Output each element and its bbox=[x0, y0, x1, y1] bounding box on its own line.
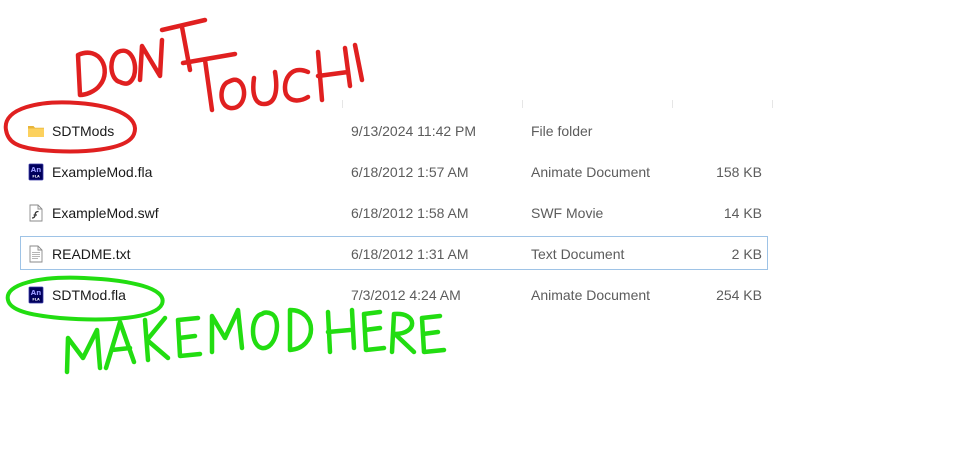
svg-text:An: An bbox=[31, 289, 41, 297]
file-date-modified: 6/18/2012 1:57 AM bbox=[351, 164, 469, 180]
swf-movie-icon bbox=[27, 204, 45, 222]
file-date-modified: 9/13/2024 11:42 PM bbox=[351, 123, 477, 139]
file-type: File folder bbox=[531, 123, 593, 139]
file-name: ExampleMod.swf bbox=[52, 205, 159, 221]
file-size: 14 KB bbox=[723, 205, 762, 221]
file-type: SWF Movie bbox=[531, 205, 604, 221]
file-row-sdtmods[interactable]: SDTMods 9/13/2024 11:42 PM File folder bbox=[20, 113, 768, 147]
file-size: 158 KB bbox=[716, 164, 762, 180]
file-name: ExampleMod.fla bbox=[52, 164, 153, 180]
file-row-readme-txt[interactable]: README.txt 6/18/2012 1:31 AM Text Docume… bbox=[20, 236, 768, 270]
file-row-examplemod-swf[interactable]: ExampleMod.swf 6/18/2012 1:58 AM SWF Mov… bbox=[20, 195, 768, 229]
file-date-modified: 6/18/2012 1:58 AM bbox=[351, 205, 469, 221]
annotation-dont-touch bbox=[75, 17, 365, 113]
svg-text:FLA: FLA bbox=[32, 175, 40, 179]
folder-icon bbox=[27, 122, 45, 140]
file-type: Text Document bbox=[531, 246, 625, 262]
svg-text:An: An bbox=[31, 166, 41, 174]
animate-document-icon: An FLA bbox=[27, 286, 45, 304]
column-divider-size[interactable] bbox=[672, 100, 673, 108]
file-date-modified: 7/3/2012 4:24 AM bbox=[351, 287, 461, 303]
svg-text:FLA: FLA bbox=[32, 298, 40, 302]
file-name: SDTMod.fla bbox=[52, 287, 126, 303]
file-name: README.txt bbox=[52, 246, 131, 262]
column-divider-end[interactable] bbox=[772, 100, 773, 108]
column-divider-date[interactable] bbox=[342, 100, 343, 108]
column-divider-type[interactable] bbox=[522, 100, 523, 108]
text-document-icon bbox=[27, 245, 45, 263]
file-size: 2 KB bbox=[731, 246, 762, 262]
file-row-sdtmod-fla[interactable]: An FLA SDTMod.fla 7/3/2012 4:24 AM Anima… bbox=[20, 277, 768, 311]
file-list: SDTMods 9/13/2024 11:42 PM File folder A… bbox=[20, 113, 768, 318]
annotation-make-mod-here bbox=[64, 307, 447, 375]
file-date-modified: 6/18/2012 1:31 AM bbox=[351, 246, 469, 262]
animate-document-icon: An FLA bbox=[27, 163, 45, 181]
file-type: Animate Document bbox=[531, 164, 651, 180]
file-name: SDTMods bbox=[52, 123, 115, 139]
file-size: 254 KB bbox=[716, 287, 762, 303]
file-row-examplemod-fla[interactable]: An FLA ExampleMod.fla 6/18/2012 1:57 AM … bbox=[20, 154, 768, 188]
file-type: Animate Document bbox=[531, 287, 651, 303]
